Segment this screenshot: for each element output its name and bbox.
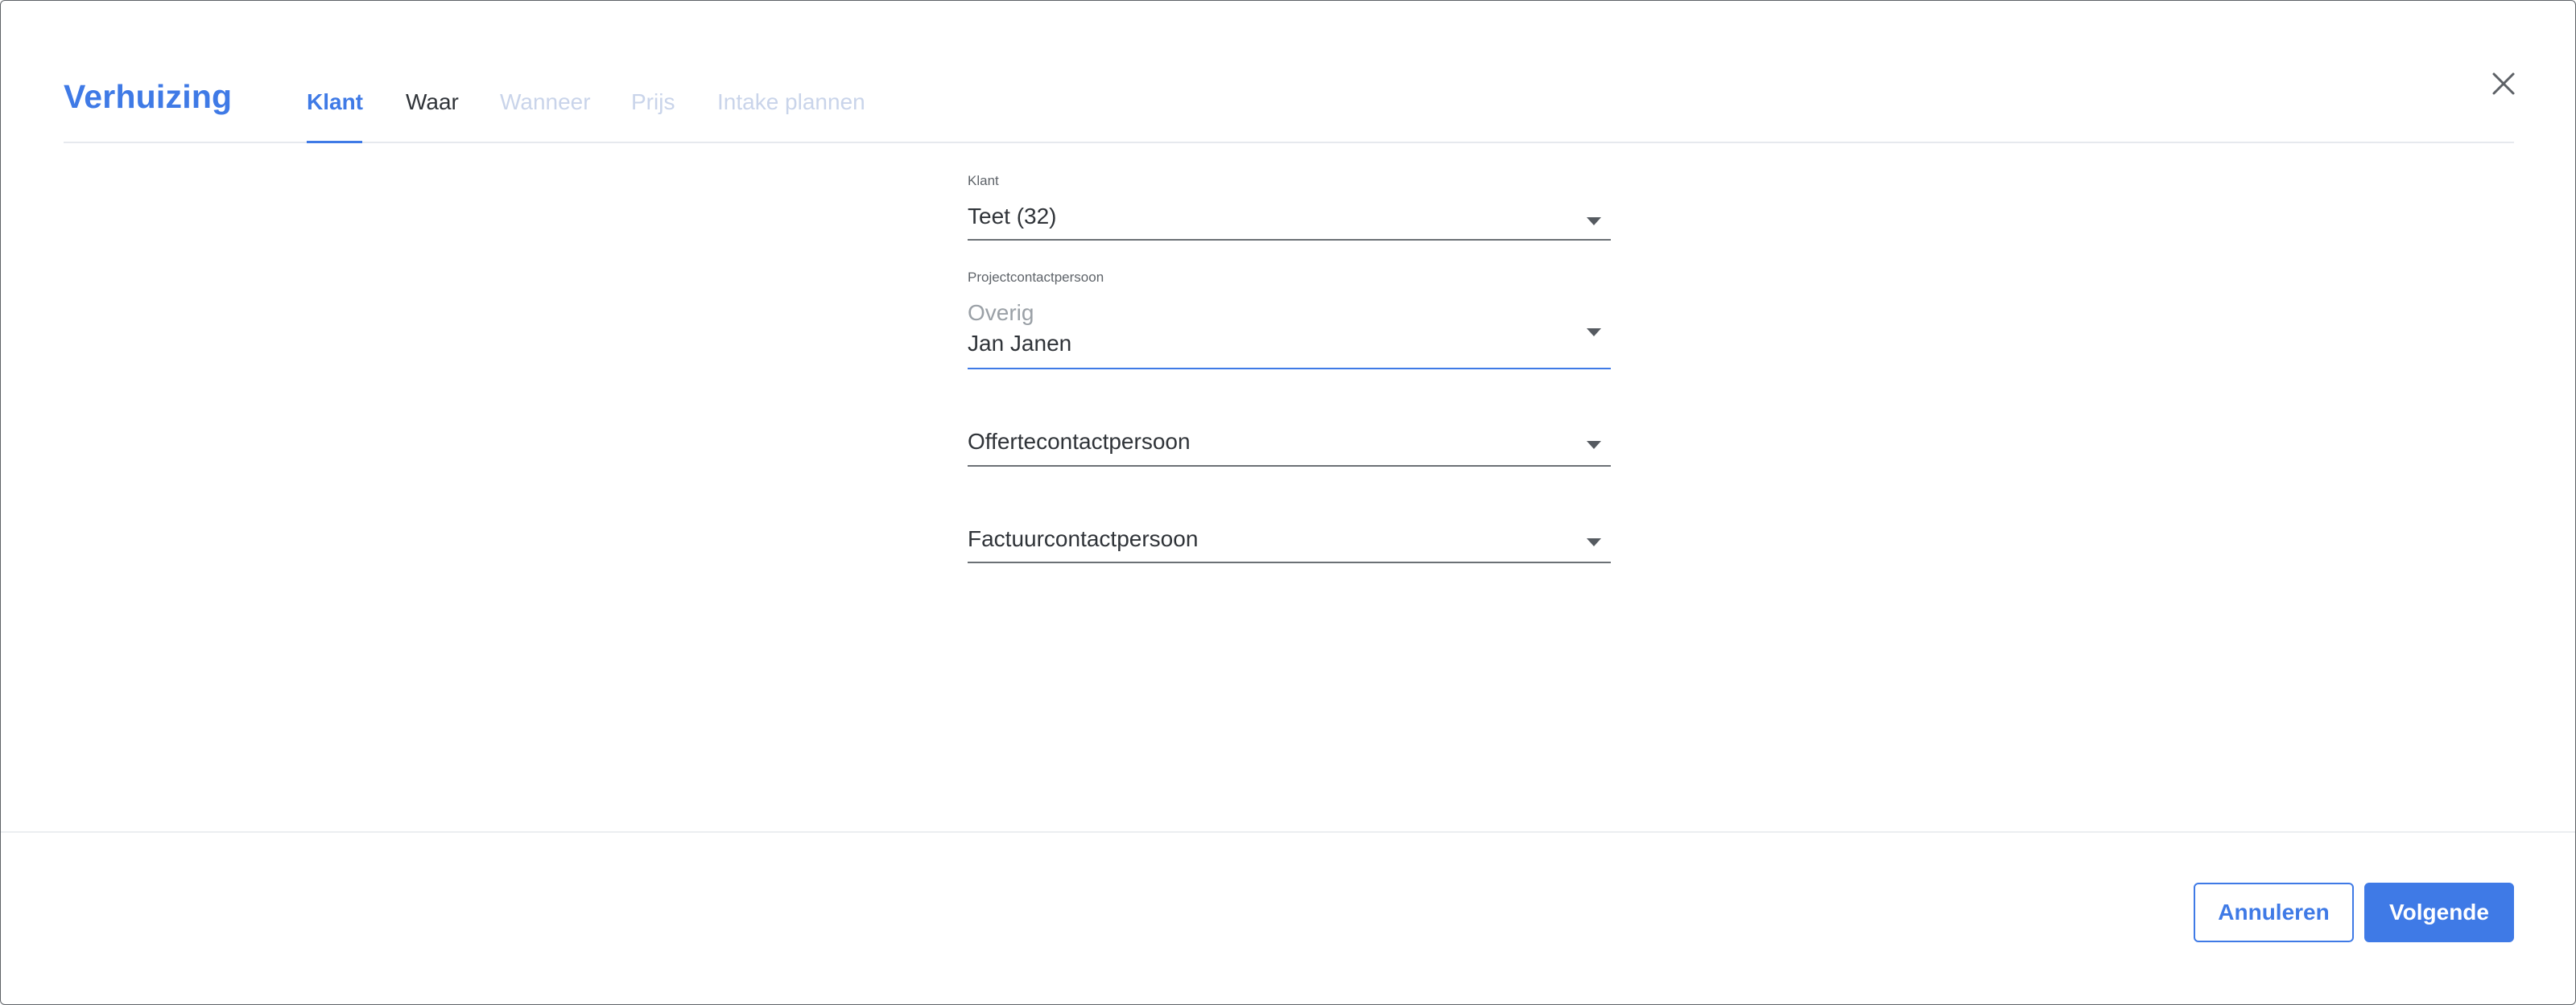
factuurcontactpersoon-placeholder: Factuurcontactpersoon	[968, 526, 1199, 551]
modal-dialog: Verhuizing Klant Waar Wanneer Prijs Inta…	[0, 0, 2576, 1005]
chevron-down-icon	[1587, 328, 1601, 336]
klant-underline	[968, 239, 1611, 241]
chevron-down-icon	[1587, 441, 1601, 449]
cancel-button[interactable]: Annuleren	[2194, 883, 2354, 942]
chevron-down-icon	[1587, 217, 1601, 225]
projectcontactpersoon-underline	[968, 368, 1611, 369]
factuurcontactpersoon-select[interactable]: Factuurcontactpersoon	[968, 525, 1611, 565]
tab-wanneer: Wanneer	[500, 89, 591, 114]
offertecontactpersoon-placeholder: Offertecontactpersoon	[968, 429, 1191, 454]
footer-divider	[1, 831, 2575, 833]
projectcontactpersoon-value: Jan Janen	[968, 331, 1072, 356]
klant-value: Teet (32)	[968, 204, 1057, 229]
dialog-title: Verhuizing	[64, 78, 233, 115]
projectcontactpersoon-select[interactable]: Projectcontactpersoon Overig Jan Janen	[968, 270, 1611, 371]
close-button[interactable]	[2488, 68, 2519, 99]
tab-prijs: Prijs	[631, 89, 675, 114]
offertecontactpersoon-select[interactable]: Offertecontactpersoon	[968, 427, 1611, 467]
chevron-down-icon	[1587, 538, 1601, 546]
projectcontactpersoon-label: Projectcontactpersoon	[968, 270, 1104, 285]
offertecontactpersoon-underline	[968, 465, 1611, 467]
factuurcontactpersoon-underline	[968, 562, 1611, 563]
active-tab-indicator	[307, 141, 362, 143]
header-divider	[64, 142, 2514, 143]
next-button[interactable]: Volgende	[2364, 883, 2514, 942]
projectcontactpersoon-group: Overig	[968, 300, 1034, 325]
klant-label: Klant	[968, 173, 999, 188]
klant-select[interactable]: Klant Teet (32)	[968, 173, 1611, 241]
tab-klant[interactable]: Klant	[307, 89, 363, 115]
tab-intake-plannen: Intake plannen	[717, 89, 865, 114]
close-icon	[2492, 72, 2515, 95]
tab-waar[interactable]: Waar	[406, 89, 459, 115]
